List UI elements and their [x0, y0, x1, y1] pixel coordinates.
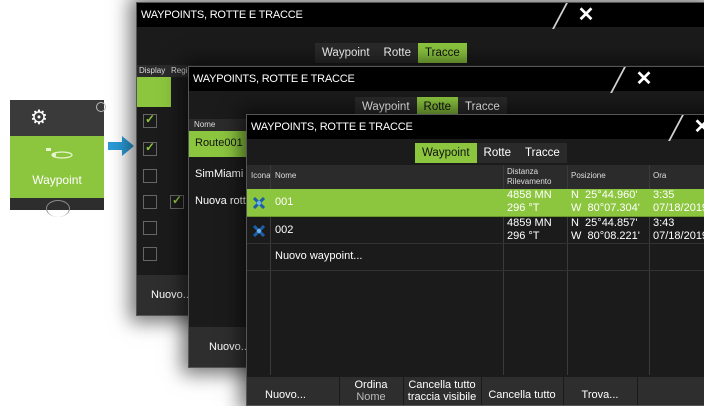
waypoint-icon	[252, 224, 266, 238]
arrow-right-icon	[108, 136, 134, 156]
table-row[interactable]: 002 4859 MN 296 °T N 25°44.857' W 80°08.…	[247, 217, 704, 244]
clear-visible-label: Cancella tutto	[408, 379, 476, 391]
tile-arc	[46, 200, 70, 217]
display-checkbox-6[interactable]	[143, 247, 157, 261]
waypoint-bearing: 296 °T	[507, 230, 540, 242]
new-button[interactable]: Nuovo...	[247, 377, 340, 405]
gear-icon: ⚙	[30, 107, 48, 129]
waypoint-distance: 4858 MN	[507, 189, 552, 201]
waypoint-lat: N 25°44.857'	[571, 217, 638, 229]
tile-top	[10, 100, 104, 136]
window-title: WAYPOINTS, ROTTE E TRACCE	[137, 3, 704, 27]
new-waypoint-row[interactable]: Nuovo waypoint...	[247, 244, 704, 271]
display-checkbox-5[interactable]	[143, 221, 157, 235]
clear-visible-track-button[interactable]: Cancella tutto traccia visibile	[403, 377, 482, 405]
tabs: Waypoint Rotte Tracce	[415, 143, 567, 163]
button-bar: Nuovo... Ordina Nome Cancella tutto trac…	[247, 377, 704, 405]
display-checkbox-3[interactable]	[143, 169, 157, 183]
tab-waypoint[interactable]: Waypoint	[315, 43, 377, 63]
col-nome: Nome	[275, 171, 297, 180]
waypoint-lon: W 80°08.221'	[571, 230, 640, 242]
tabs: Waypoint Rotte Tracce	[315, 43, 467, 63]
waypoint-date: 07/18/2019	[653, 202, 704, 214]
find-button[interactable]: Trova...	[563, 377, 638, 405]
col-icona: Icona	[251, 171, 271, 180]
waypoint-tile[interactable]: ⚙ Waypoint	[10, 100, 106, 217]
sort-button[interactable]: Ordina Nome	[339, 377, 404, 405]
waypoint-name: 002	[275, 224, 294, 236]
waypoint-lon: W 80°07.304'	[571, 202, 640, 214]
close-button[interactable]: ✕	[685, 115, 704, 139]
col-display: Display	[139, 66, 166, 75]
window-title: WAYPOINTS, ROTTE E TRACCE	[247, 115, 704, 139]
waypoint-lat: N 25°44.960'	[571, 189, 638, 201]
col-rilevamento: Rilevamento	[507, 177, 552, 186]
waypoint-icon	[252, 196, 266, 210]
waypoints-window: WAYPOINTS, ROTTE E TRACCE ✕ Waypoint Rot…	[246, 114, 704, 406]
route-name-2[interactable]: SimMiami	[195, 168, 243, 180]
waypoint-distance: 4859 MN	[507, 217, 552, 229]
col-posizione: Posizione	[571, 171, 606, 180]
route-name-3[interactable]: Nuova rotta	[195, 195, 252, 207]
small-circle-icon	[96, 102, 106, 112]
close-button[interactable]: ✕	[569, 3, 603, 27]
waypoint-symbol-icon	[40, 144, 74, 160]
tile-label: Waypoint	[32, 173, 82, 187]
waypoint-bearing: 296 °T	[507, 202, 540, 214]
sort-value: Nome	[356, 391, 386, 404]
sort-label: Ordina	[354, 379, 388, 391]
close-button[interactable]: ✕	[627, 67, 661, 91]
col-ora: Ora	[653, 171, 667, 180]
clear-visible-label-2: traccia visibile	[407, 391, 477, 404]
tab-rotte[interactable]: Rotte	[476, 143, 519, 163]
record-checkbox-4[interactable]: ✓	[170, 193, 184, 209]
waypoint-time: 3:43	[653, 217, 675, 229]
tab-tracce[interactable]: Tracce	[418, 43, 467, 63]
track-row-highlight	[137, 77, 171, 107]
waypoint-date: 07/18/2019	[653, 230, 704, 242]
tab-rotte[interactable]: Rotte	[376, 43, 419, 63]
col-nome: Nome	[194, 120, 216, 129]
new-waypoint-label: Nuovo waypoint...	[275, 250, 363, 262]
col-distanza: Distanza	[507, 167, 539, 176]
display-checkbox-2[interactable]: ✓	[143, 140, 157, 156]
tab-waypoint[interactable]: Waypoint	[415, 143, 477, 163]
table-row[interactable]: 001 4858 MN 296 °T N 25°44.960' W 80°07.…	[247, 189, 704, 217]
display-checkbox-1[interactable]: ✓	[143, 112, 157, 128]
waypoint-name: 001	[275, 196, 294, 208]
table-header: Icona Nome Distanza Rilevamento Posizion…	[247, 165, 704, 189]
clear-all-button[interactable]: Cancella tutto	[481, 377, 564, 405]
route-name-1: Route001	[195, 137, 243, 149]
display-checkbox-4[interactable]	[143, 195, 157, 209]
tab-tracce[interactable]: Tracce	[518, 143, 567, 163]
waypoint-time: 3:35	[653, 189, 675, 201]
